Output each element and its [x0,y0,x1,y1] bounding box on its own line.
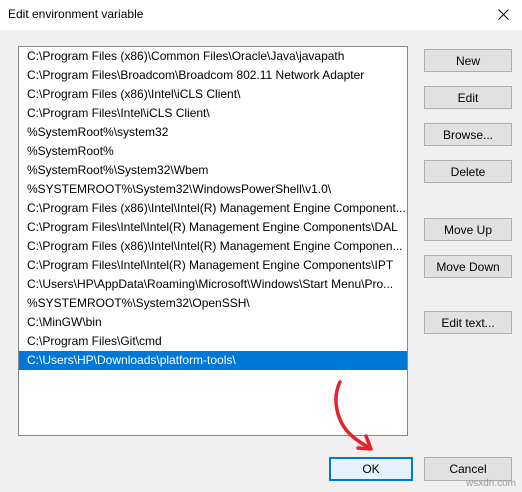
list-item[interactable]: %SystemRoot% [19,142,407,161]
list-item[interactable]: C:\Program Files (x86)\Intel\Intel(R) Ma… [19,199,407,218]
edit-button[interactable]: Edit [424,86,512,109]
list-item[interactable]: C:\Program Files\Intel\Intel(R) Manageme… [19,218,407,237]
list-item[interactable]: C:\Users\HP\AppData\Roaming\Microsoft\Wi… [19,275,407,294]
delete-button[interactable]: Delete [424,160,512,183]
move-up-button[interactable]: Move Up [424,218,512,241]
list-item[interactable]: C:\Program Files\Intel\iCLS Client\ [19,104,407,123]
window-title: Edit environment variable [8,7,144,21]
list-item[interactable]: C:\Program Files (x86)\Intel\iCLS Client… [19,85,407,104]
close-icon [497,8,509,20]
move-down-button[interactable]: Move Down [424,255,512,278]
new-button[interactable]: New [424,49,512,72]
list-item[interactable]: C:\Program Files\Intel\Intel(R) Manageme… [19,256,407,275]
annotation-arrow-icon [334,380,373,451]
list-item[interactable]: %SystemRoot%\system32 [19,123,407,142]
list-item[interactable]: C:\Program Files (x86)\Intel\Intel(R) Ma… [19,237,407,256]
list-item[interactable]: C:\MinGW\bin [19,313,407,332]
list-item[interactable]: C:\Program Files\Broadcom\Broadcom 802.1… [19,66,407,85]
list-item[interactable]: %SystemRoot%\System32\Wbem [19,161,407,180]
title-bar: Edit environment variable [0,0,522,30]
list-item[interactable]: %SYSTEMROOT%\System32\WindowsPowerShell\… [19,180,407,199]
browse-button[interactable]: Browse... [424,123,512,146]
list-item-selected[interactable]: C:\Users\HP\Downloads\platform-tools\ [19,351,407,370]
watermark: wsxdn.com [465,478,516,489]
list-item[interactable]: %SYSTEMROOT%\System32\OpenSSH\ [19,294,407,313]
list-item[interactable]: C:\Program Files\Git\cmd [19,332,407,351]
edit-text-button[interactable]: Edit text... [424,311,512,334]
list-item[interactable]: C:\Program Files (x86)\Common Files\Orac… [19,47,407,66]
ok-button[interactable]: OK [329,457,413,481]
close-button[interactable] [490,2,516,26]
